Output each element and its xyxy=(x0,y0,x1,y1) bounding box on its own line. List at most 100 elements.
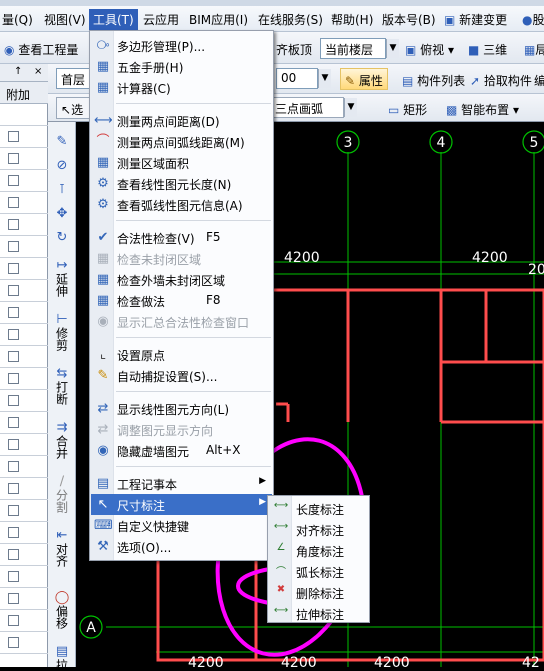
checkbox[interactable] xyxy=(8,527,19,538)
submenu-item-arc-length[interactable]: ⌒ 弧长标注 xyxy=(269,561,369,582)
floor-combo[interactable]: 当前楼层 xyxy=(320,38,386,59)
checkbox[interactable] xyxy=(8,417,19,428)
submenu-item-aligned[interactable]: ⟷ 对齐标注 xyxy=(269,519,369,540)
close-icon[interactable]: × xyxy=(34,66,42,77)
menu-item-measure-arc[interactable]: ⌒ 测量两点间弧线距离(M) xyxy=(91,131,272,152)
menu-quantity[interactable]: 量(Q) xyxy=(2,11,33,28)
component-list-button[interactable]: ▤ 构件列表 xyxy=(402,72,465,89)
checkbox[interactable] xyxy=(8,483,19,494)
chevron-down-icon[interactable]: ▼ xyxy=(386,39,399,58)
menu-item-check-outer-wall[interactable]: ▦ 检查外墙未封闭区域 xyxy=(91,269,272,290)
top-view-button[interactable]: ▣ 俯视 ▾ xyxy=(405,41,454,58)
edit-button[interactable]: 编 xyxy=(534,72,544,89)
pin-icon[interactable]: ↑ xyxy=(14,66,22,77)
checkbox[interactable] xyxy=(8,615,19,626)
menu-item-options[interactable]: ⚒ 选项(O)... xyxy=(91,536,272,557)
mirror-tool[interactable]: ⊺ xyxy=(50,182,74,197)
menu-item-polygon-manage[interactable]: ⧂ 多边形管理(P)... xyxy=(91,35,272,56)
submenu-item-stretch[interactable]: ⟷ 拉伸标注 xyxy=(269,603,369,624)
options-icon: ⚒ xyxy=(97,539,109,554)
menu-item-show-direction[interactable]: ⇄ 显示线性图元方向(L) xyxy=(91,398,272,419)
checkbox[interactable] xyxy=(8,219,19,230)
smart-layout-button[interactable]: ▩ 智能布置 ▾ xyxy=(446,101,519,118)
checkbox[interactable] xyxy=(8,329,19,340)
3d-view-button[interactable]: ■ 三维 xyxy=(468,41,507,58)
chevron-down-icon[interactable]: ▼ xyxy=(344,98,357,117)
rectangle-button[interactable]: ▭ 矩形 xyxy=(388,101,427,118)
break-tool[interactable]: ⇆ 打断 xyxy=(50,366,74,405)
menu-tools[interactable]: 工具(T) xyxy=(89,9,138,30)
local-icon: ▦ xyxy=(524,43,536,57)
checkbox[interactable] xyxy=(8,571,19,582)
checkbox[interactable] xyxy=(8,197,19,208)
rotate-tool[interactable]: ↻ xyxy=(50,230,74,245)
value-combo[interactable]: 00 xyxy=(276,68,318,89)
select-button[interactable]: ↖选 xyxy=(56,97,90,119)
align-plate-top-button[interactable]: 齐板顶 xyxy=(276,41,312,58)
local-view-button[interactable]: ▦局 xyxy=(524,41,544,58)
erase-tool[interactable]: ⊘ xyxy=(50,158,74,173)
brush-tool[interactable]: ✎ xyxy=(50,134,74,149)
submenu-item-length[interactable]: ⟷ 长度标注 xyxy=(269,498,369,519)
view-quantity-button[interactable]: ◉ 查看工程量 xyxy=(4,41,78,58)
checkbox[interactable] xyxy=(8,131,19,142)
menu-item-project-notebook[interactable]: ▤ 工程记事本 ▶ xyxy=(91,473,272,494)
checkbox[interactable] xyxy=(8,175,19,186)
checkbox[interactable] xyxy=(8,241,19,252)
arc-combo[interactable]: 三点画弧 xyxy=(270,97,344,118)
menu-item-adjust-direction[interactable]: ⇄ 调整图元显示方向 xyxy=(91,419,272,440)
move-tool[interactable]: ✥ xyxy=(50,206,74,221)
checkbox[interactable] xyxy=(8,439,19,450)
checkbox[interactable] xyxy=(8,285,19,296)
checkbox[interactable] xyxy=(8,505,19,516)
menu-item-arc-info[interactable]: ⚙ 查看弧线性图元信息(A) xyxy=(91,194,272,215)
chevron-down-icon[interactable]: ▼ xyxy=(318,69,331,88)
pick-component-button[interactable]: ➚ 拾取构件 xyxy=(470,72,532,89)
checkbox[interactable] xyxy=(8,351,19,362)
menu-view[interactable]: 视图(V) xyxy=(44,11,86,28)
menu-bim[interactable]: BIM应用(I) xyxy=(189,11,248,28)
menu-item-custom-shortcut[interactable]: ⌨ 自定义快捷键 xyxy=(91,515,272,536)
menu-help[interactable]: 帮助(H) xyxy=(331,11,373,28)
checkbox[interactable] xyxy=(8,307,19,318)
merge-tool[interactable]: ⇉ 合并 xyxy=(50,420,74,459)
split-tool[interactable]: ∕ 分割 xyxy=(50,474,74,513)
align-tool[interactable]: ⇤ 对齐 xyxy=(50,528,74,567)
menu-cloud[interactable]: 云应用 xyxy=(143,11,179,28)
menu-item-summary-window[interactable]: ◉ 显示汇总合法性检查窗口 xyxy=(91,311,272,332)
checkbox[interactable] xyxy=(8,395,19,406)
checkbox[interactable] xyxy=(8,263,19,274)
table-row xyxy=(0,456,48,478)
checkbox[interactable] xyxy=(8,373,19,384)
checkbox[interactable] xyxy=(8,593,19,604)
menu-item-snap-settings[interactable]: ✎ 自动捕捉设置(S)... xyxy=(91,365,272,386)
menu-item-dimension[interactable]: ↖ 尺寸标注 ▶ xyxy=(91,494,272,515)
submenu-item-angle[interactable]: ∠ 角度标注 xyxy=(269,540,369,561)
menu-item-measure-distance[interactable]: ⟷ 测量两点间距离(D) xyxy=(91,110,272,131)
floor-select[interactable]: 首层 xyxy=(56,68,92,89)
menu-item-measure-area[interactable]: ▦ 测量区域面积 xyxy=(91,152,272,173)
menu-item-hardware-handbook[interactable]: ▦ 五金手册(H) xyxy=(91,56,272,77)
select-arrow-icon: ↖ xyxy=(61,103,72,117)
menu-item-calculator[interactable]: ▦ 计算器(C) xyxy=(91,77,272,98)
property-button[interactable]: ✎ 属性 xyxy=(340,68,388,90)
checkbox[interactable] xyxy=(8,637,19,648)
menu-item-legality-check[interactable]: ✔ 合法性检查(V) F5 xyxy=(91,227,272,248)
offset-tool[interactable]: ◯ 偏移 xyxy=(50,590,74,629)
submenu-item-delete[interactable]: ✖ 删除标注 xyxy=(269,582,369,603)
table-row xyxy=(0,478,48,500)
menu-version[interactable]: 版本号(B) xyxy=(382,11,436,28)
trim-tool[interactable]: ⊢ 修剪 xyxy=(50,312,74,351)
extend-tool[interactable]: ↦ 延伸 xyxy=(50,258,74,297)
menu-item-hide-virtual-wall[interactable]: ◉ 隐藏虚墙图元 Alt+X xyxy=(91,440,272,461)
new-change-button[interactable]: ▣ 新建变更 xyxy=(444,11,507,28)
menu-item-line-length[interactable]: ⚙ 查看线性图元长度(N) xyxy=(91,173,272,194)
menu-item-set-origin[interactable]: ⌞ 设置原点 xyxy=(91,344,272,365)
checkbox[interactable] xyxy=(8,153,19,164)
menu-item-check-closed-area[interactable]: ▦ 检查未封闭区域 xyxy=(91,248,272,269)
checkbox[interactable] xyxy=(8,461,19,472)
checkbox[interactable] xyxy=(8,549,19,560)
menu-online-service[interactable]: 在线服务(S) xyxy=(258,11,323,28)
menu-item-check-method[interactable]: ▦ 检查做法 F8 xyxy=(91,290,272,311)
menu-cut-off[interactable]: ●股 xyxy=(522,11,544,28)
